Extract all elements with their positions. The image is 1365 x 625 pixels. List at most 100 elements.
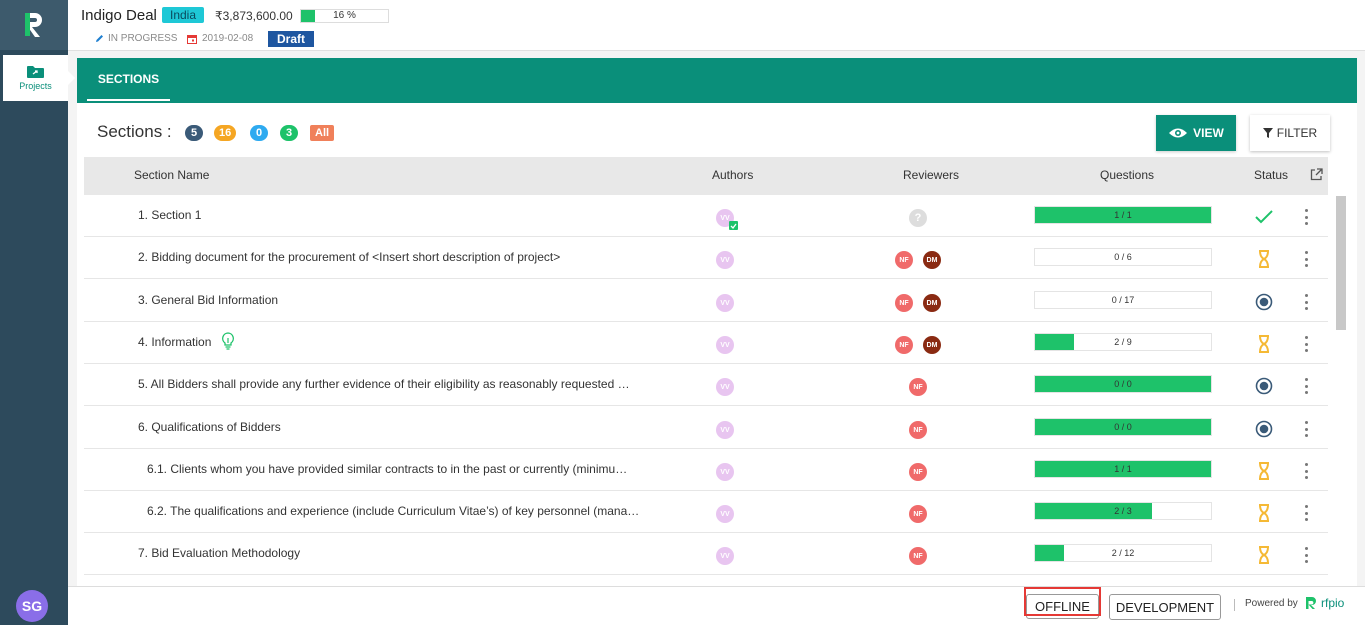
powered-by-text: Powered by [1245,598,1298,609]
section-status[interactable] [1254,545,1274,565]
section-name[interactable]: 6. Qualifications of Bidders [138,420,638,434]
development-button[interactable]: DEVELOPMENT [1109,594,1221,620]
row-menu-icon[interactable] [1301,503,1311,523]
table-row[interactable]: 6. Qualifications of Bidders VV NF 0 / 0 [84,407,1328,449]
count-badge-done[interactable]: 3 [280,125,298,141]
section-name[interactable]: 2. Bidding document for the procurement … [138,250,638,264]
row-menu-icon[interactable] [1301,334,1311,354]
rfpio-logo-icon [25,13,42,37]
table-scrollbar[interactable] [1336,196,1346,330]
reviewer-avatar[interactable]: DM [923,251,941,269]
unassigned-reviewer-icon[interactable]: ? [909,209,927,227]
section-name[interactable]: 6.1. Clients whom you have provided simi… [147,462,647,476]
view-button[interactable]: VIEW [1156,115,1236,151]
reviewer-avatar[interactable]: NF [895,294,913,312]
hourglass-icon [1259,335,1269,353]
author-avatar[interactable]: VV [716,421,734,439]
sidebar: Projects SG [0,0,75,625]
footer: OFFLINE DEVELOPMENT Powered by rfpio [68,586,1365,625]
questions-progress: 1 / 1 [1034,460,1212,478]
count-badge-total[interactable]: 5 [185,125,203,141]
reviewer-avatar[interactable]: NF [909,421,927,439]
section-name[interactable]: 7. Bid Evaluation Methodology [138,546,638,560]
table-row[interactable]: 1. Section 1 VV? 1 / 1 [84,195,1328,237]
app-logo[interactable] [0,0,68,50]
table-row[interactable]: 7. Bid Evaluation Methodology VV NF 2 / 12 [84,533,1328,575]
author-complete-icon [729,221,738,230]
reviewer-avatar[interactable]: NF [909,505,927,523]
author-avatar[interactable]: VV [716,294,734,312]
pencil-icon [96,35,103,42]
author-avatar[interactable]: VV [716,463,734,481]
table-row[interactable]: 2. Bidding document for the procurement … [84,237,1328,279]
row-menu-icon[interactable] [1301,207,1311,227]
table-row[interactable]: 4. Information VV NF DM 2 / 9 [84,322,1328,364]
section-status[interactable] [1254,503,1274,523]
section-status[interactable] [1254,207,1274,227]
section-name[interactable]: 3. General Bid Information [138,293,638,307]
section-status[interactable] [1254,334,1274,354]
row-menu-icon[interactable] [1301,545,1311,565]
table-row[interactable]: 6.1. Clients whom you have provided simi… [84,449,1328,491]
reviewer-avatar[interactable]: NF [895,336,913,354]
questions-progress: 0 / 0 [1034,375,1212,393]
in-review-icon [1255,420,1273,438]
questions-count: 0 / 0 [1114,422,1132,432]
count-badge-all[interactable]: All [310,125,335,141]
reviewer-avatar[interactable]: DM [923,336,941,354]
section-status[interactable] [1254,419,1274,439]
reviewer-avatar[interactable]: NF [909,547,927,565]
section-status[interactable] [1254,292,1274,312]
deal-progress-bar: 16 % [300,9,389,23]
author-avatar[interactable]: VV [716,378,734,396]
table-row[interactable]: 5. All Bidders shall provide any further… [84,364,1328,406]
questions-progress: 0 / 0 [1034,418,1212,436]
questions-progress: 2 / 3 [1034,502,1212,520]
hourglass-icon [1259,462,1269,480]
user-avatar[interactable]: SG [16,590,48,622]
reviewer-avatar[interactable]: NF [895,251,913,269]
section-status[interactable] [1254,376,1274,396]
questions-count: 0 / 17 [1111,295,1135,305]
row-menu-icon[interactable] [1301,376,1311,396]
section-status[interactable] [1254,249,1274,269]
author-avatar[interactable]: VV [716,547,734,565]
reviewer-avatar[interactable]: NF [909,378,927,396]
sidebar-item-label: Projects [19,81,52,91]
header-section-name[interactable]: Section Name [134,168,209,182]
check-icon [1255,210,1273,224]
sections-table-body: 1. Section 1 VV? 1 / 1 2. Bidding document … [84,195,1328,586]
count-badge-review[interactable]: 0 [250,125,268,141]
section-name[interactable]: 5. All Bidders shall provide any further… [138,377,638,391]
external-link-icon[interactable] [1310,168,1323,181]
section-status[interactable] [1254,461,1274,481]
row-menu-icon[interactable] [1301,461,1311,481]
row-menu-icon[interactable] [1301,419,1311,439]
row-menu-icon[interactable] [1301,292,1311,312]
project-status-text: IN PROGRESS [108,33,178,44]
section-name[interactable]: 6.2. The qualifications and experience (… [147,504,647,518]
section-name[interactable]: 4. Information [138,335,638,349]
count-badge-pending[interactable]: 16 [214,125,237,141]
deal-header: Indigo Deal India ₹3,873,600.00 16 % IN … [68,0,1365,51]
header-reviewers: Reviewers [903,168,960,182]
questions-progress: 1 / 1 [1034,206,1212,224]
sidebar-item-projects[interactable]: Projects [3,55,75,101]
hourglass-icon [1259,546,1269,564]
reviewer-avatar[interactable]: DM [923,294,941,312]
lightbulb-icon[interactable] [221,332,235,350]
table-row[interactable]: 3. General Bid Information VV NF DM 0 / 17 [84,280,1328,322]
author-avatar[interactable]: VV [716,336,734,354]
row-menu-icon[interactable] [1301,249,1311,269]
reviewer-avatar[interactable]: NF [909,463,927,481]
author-avatar[interactable]: VV [716,505,734,523]
table-row[interactable]: 6.2. The qualifications and experience (… [84,491,1328,533]
author-avatar[interactable]: VV [716,251,734,269]
filter-button[interactable]: FILTER [1250,115,1330,151]
folder-icon [27,66,44,78]
in-review-icon [1255,293,1273,311]
offline-highlight [1024,587,1101,616]
section-name[interactable]: 1. Section 1 [138,208,638,222]
tab-sections[interactable]: SECTIONS [87,58,170,101]
country-badge: India [162,7,205,23]
